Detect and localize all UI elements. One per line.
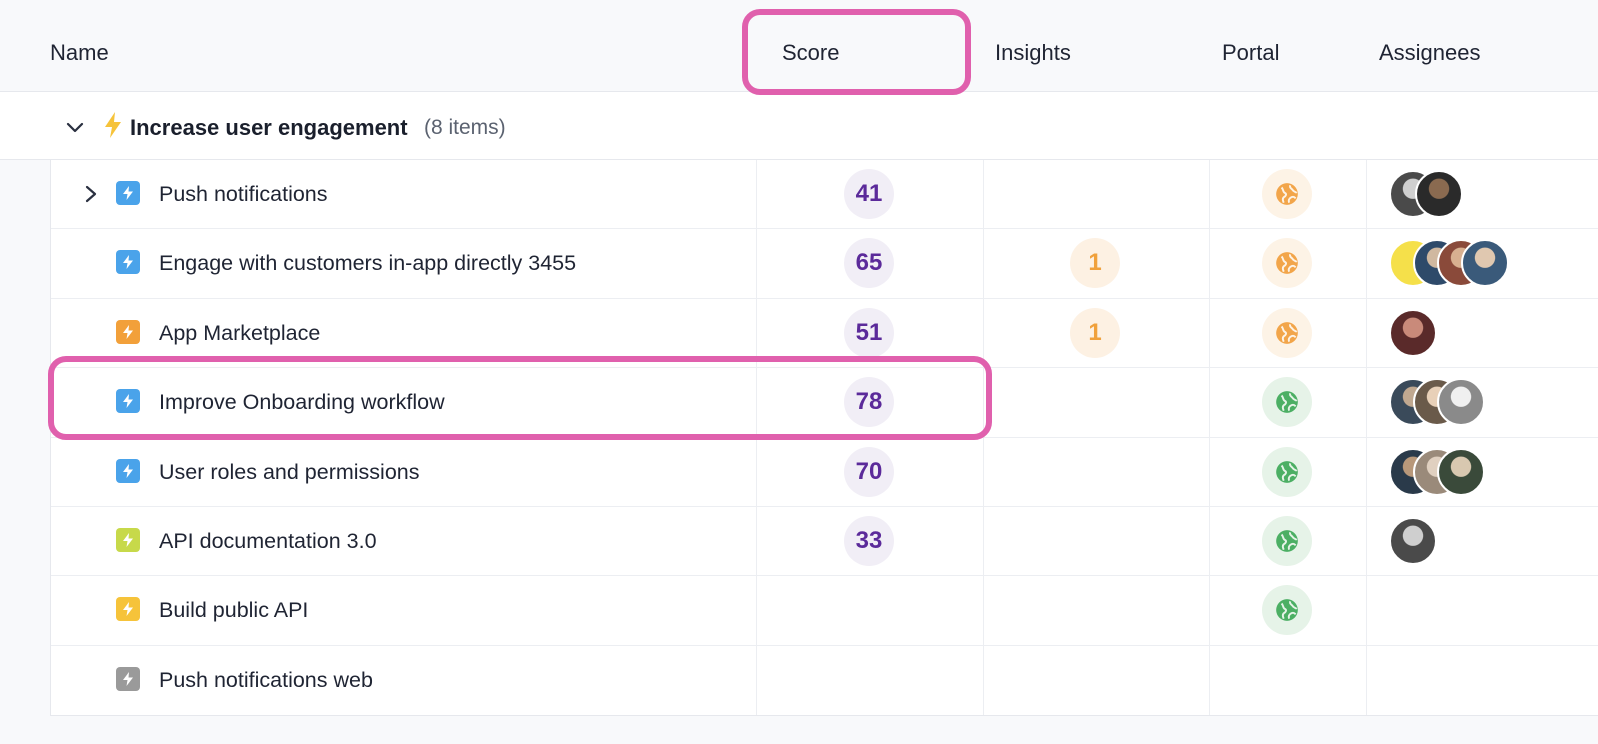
column-divider — [983, 229, 984, 298]
column-divider — [1366, 229, 1367, 298]
column-divider — [756, 645, 757, 716]
column-divider — [1209, 437, 1210, 506]
column-divider — [983, 437, 984, 506]
score-badge[interactable]: 70 — [844, 446, 894, 497]
column-header-portal[interactable]: Portal — [1222, 40, 1279, 66]
column-divider — [756, 437, 757, 506]
table-row[interactable]: Push notifications web — [51, 645, 1598, 716]
score-badge[interactable]: 65 — [844, 238, 894, 289]
feature-icon — [116, 181, 140, 205]
table-row[interactable]: Engage with customers in-app directly 34… — [51, 229, 1598, 299]
feature-name[interactable]: App Marketplace — [159, 321, 320, 346]
score-badge[interactable]: 33 — [844, 515, 894, 566]
chevron-down-icon[interactable] — [64, 116, 86, 138]
column-divider — [1366, 368, 1367, 437]
column-header-insights[interactable]: Insights — [995, 40, 1071, 66]
table-row[interactable]: API documentation 3.0 33 — [51, 506, 1598, 577]
feature-table: Push notifications 41 Engage with customer… — [50, 160, 1598, 717]
feature-icon — [116, 389, 140, 414]
feature-icon — [116, 597, 140, 622]
column-divider — [1209, 645, 1210, 716]
column-divider — [1366, 298, 1367, 368]
score-badge[interactable]: 78 — [844, 377, 894, 428]
table-row[interactable]: User roles and permissions 70 — [51, 437, 1598, 507]
column-header-assignees[interactable]: Assignees — [1379, 40, 1481, 66]
insights-badge[interactable]: 1 — [1070, 238, 1120, 289]
feature-icon — [116, 527, 140, 552]
feature-name[interactable]: Push notifications — [159, 182, 328, 207]
avatar — [1389, 308, 1437, 357]
lightning-icon — [105, 112, 121, 138]
column-divider — [756, 506, 757, 576]
column-header-score[interactable]: Score — [782, 40, 839, 66]
feature-icon — [116, 666, 140, 691]
column-divider — [1209, 298, 1210, 368]
feature-icon — [116, 250, 140, 275]
globe-icon[interactable] — [1262, 585, 1312, 636]
insights-badge[interactable]: 1 — [1070, 307, 1120, 358]
column-divider — [1209, 160, 1210, 229]
column-divider — [1366, 576, 1367, 645]
column-divider — [756, 368, 757, 437]
column-divider — [756, 229, 757, 298]
score-badge[interactable]: 41 — [844, 169, 894, 219]
feature-name[interactable]: API documentation 3.0 — [159, 529, 377, 554]
table-row[interactable]: Build public API — [51, 576, 1598, 646]
column-divider — [1209, 506, 1210, 576]
globe-icon[interactable] — [1262, 169, 1312, 219]
table-row[interactable]: Push notifications 41 — [51, 160, 1598, 230]
column-header-name[interactable]: Name — [50, 40, 109, 66]
column-divider — [983, 576, 984, 645]
feature-name[interactable]: Improve Onboarding workflow — [159, 390, 445, 415]
feature-icon — [116, 458, 140, 483]
column-divider — [983, 506, 984, 576]
column-divider — [756, 160, 757, 229]
avatar — [1389, 516, 1437, 565]
column-divider — [983, 368, 984, 437]
column-divider — [1209, 368, 1210, 437]
feature-name[interactable]: Engage with customers in-app directly 34… — [159, 251, 576, 276]
column-divider — [983, 160, 984, 229]
column-divider — [756, 576, 757, 645]
feature-icon — [116, 319, 140, 344]
globe-icon[interactable] — [1262, 377, 1312, 428]
avatar — [1461, 239, 1509, 288]
score-badge[interactable]: 51 — [844, 307, 894, 358]
table-row[interactable]: Improve Onboarding workflow 78 — [51, 368, 1598, 438]
globe-icon[interactable] — [1262, 446, 1312, 497]
avatar — [1437, 447, 1485, 496]
table-header: Name Score Insights Portal Assignees — [0, 0, 1598, 92]
column-divider — [1366, 437, 1367, 506]
globe-icon[interactable] — [1262, 307, 1312, 358]
group-title: Increase user engagement — [130, 115, 408, 140]
chevron-right-icon[interactable] — [81, 183, 101, 205]
table-row[interactable]: App Marketplace 51 1 — [51, 298, 1598, 369]
feature-name[interactable]: Push notifications web — [159, 668, 373, 693]
column-divider — [1366, 506, 1367, 576]
globe-icon[interactable] — [1262, 238, 1312, 289]
group-row[interactable]: Increase user engagement (8 items) — [0, 92, 1598, 160]
feature-name[interactable]: User roles and permissions — [159, 460, 420, 485]
column-divider — [983, 645, 984, 716]
avatar — [1437, 378, 1485, 427]
column-divider — [1366, 645, 1367, 716]
avatar — [1415, 170, 1463, 218]
column-divider — [1366, 160, 1367, 229]
column-divider — [983, 298, 984, 368]
group-count: (8 items) — [424, 116, 506, 139]
globe-icon[interactable] — [1262, 515, 1312, 566]
column-divider — [1209, 229, 1210, 298]
column-divider — [756, 298, 757, 368]
column-divider — [1209, 576, 1210, 645]
feature-name[interactable]: Build public API — [159, 598, 308, 623]
